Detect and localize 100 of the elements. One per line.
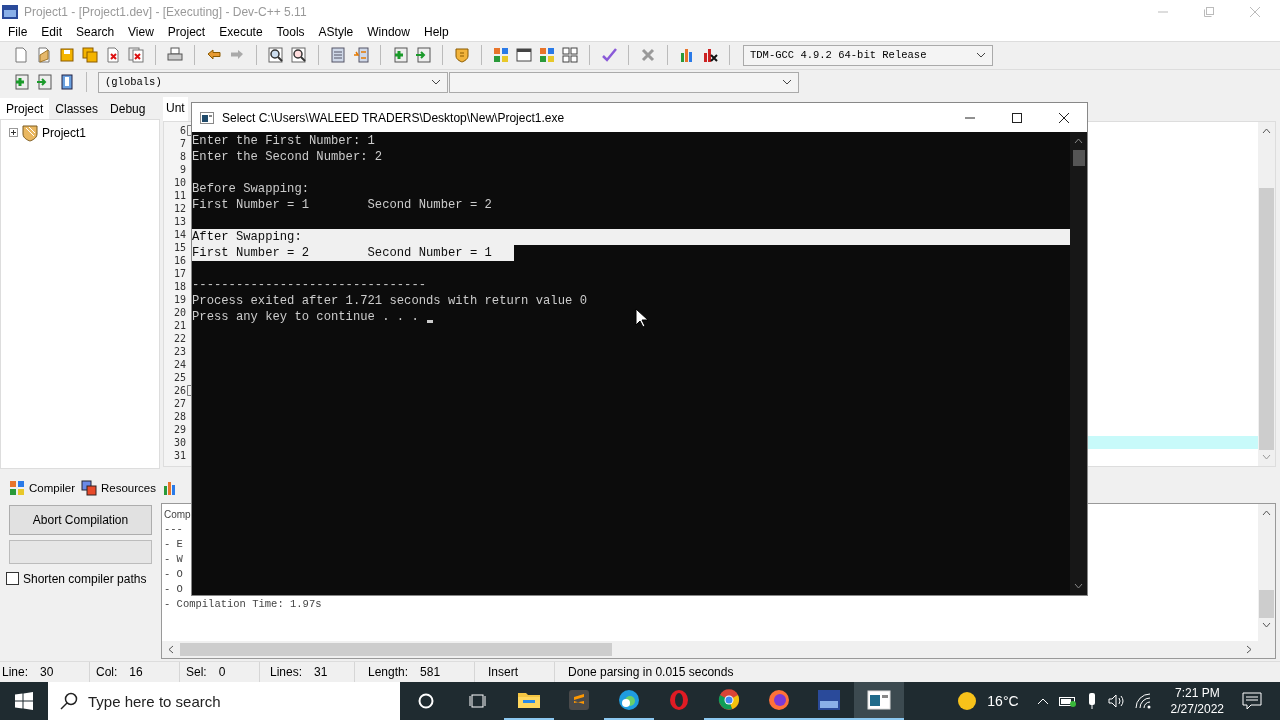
tiles-icon[interactable] (539, 47, 555, 64)
x-icon[interactable] (640, 47, 656, 64)
line-number: 21 (173, 318, 186, 332)
ide-app-icon (817, 688, 841, 712)
line-number: 10 (173, 175, 186, 189)
search-field[interactable]: Type here to search (48, 682, 400, 720)
bar-chart-icon[interactable] (679, 47, 695, 64)
line-number: 13 (173, 214, 186, 228)
usb-drive-icon[interactable] (1086, 692, 1097, 710)
scrollbar[interactable] (1258, 503, 1275, 658)
scope-dropdown[interactable]: (globals) (98, 71, 448, 93)
line-number: 7 (179, 136, 186, 150)
check-icon[interactable] (601, 47, 617, 64)
line-number: 15 (173, 240, 186, 254)
scroll-up-icon[interactable] (1074, 138, 1083, 144)
menu-item[interactable]: Project (167, 24, 206, 39)
status-value: 581 (420, 664, 441, 679)
scroll-thumb[interactable] (1072, 150, 1085, 166)
unindent-icon[interactable] (353, 47, 369, 64)
checkbox[interactable] (6, 572, 19, 586)
abort-button[interactable]: Abort Compilation (9, 504, 152, 535)
close-icon[interactable] (1059, 112, 1069, 123)
scroll-thumb[interactable] (180, 642, 612, 656)
grid-icon[interactable] (562, 47, 578, 64)
log-line: - E (164, 536, 183, 552)
task-view-icon[interactable] (469, 693, 487, 709)
find-icon[interactable] (268, 47, 284, 64)
new-file-icon[interactable] (13, 47, 29, 64)
volume-icon[interactable] (1106, 693, 1125, 709)
taskbar-button[interactable] (854, 682, 904, 720)
chart-delete-icon[interactable] (702, 47, 718, 64)
remove-file-icon[interactable] (36, 74, 52, 91)
fold-marker-icon[interactable] (187, 384, 192, 396)
scroll-thumb[interactable] (1259, 187, 1274, 450)
expand-icon[interactable] (9, 128, 18, 138)
fold-marker-icon[interactable] (187, 124, 192, 136)
status-value: 31 (314, 664, 328, 679)
shield-icon[interactable] (454, 47, 470, 64)
scroll-down-icon[interactable] (1074, 583, 1083, 589)
print-icon[interactable] (167, 47, 183, 64)
panel-tab[interactable]: Project (0, 97, 50, 119)
scroll-thumb[interactable] (1259, 589, 1274, 618)
scroll-left-icon[interactable] (168, 644, 174, 654)
open-file-icon[interactable] (36, 47, 52, 64)
line-number: 12 (173, 201, 186, 215)
scrollbar[interactable] (1070, 132, 1087, 595)
save-all-icon[interactable] (82, 47, 98, 64)
scrollbar[interactable] (1258, 121, 1275, 466)
status-message: Done parsing in 0.015 seconds (568, 664, 734, 679)
close-all-icon[interactable] (128, 47, 144, 64)
menu-item[interactable]: View (128, 24, 154, 39)
notification-icon[interactable] (1242, 692, 1262, 710)
menu-item[interactable]: Search (76, 24, 115, 39)
battery-icon[interactable] (1058, 695, 1077, 707)
bookmark-icon[interactable] (59, 74, 75, 91)
console-text: After Swapping: (192, 229, 302, 245)
panel-tab[interactable]: Compiler (6, 476, 78, 499)
log-line: - W (164, 551, 183, 567)
windows-start-icon[interactable] (15, 692, 33, 710)
console-app-icon (867, 688, 891, 712)
circle-icon[interactable] (418, 693, 434, 709)
line-number: 8 (179, 149, 186, 163)
window-title: Project1 - [Project1.dev] - [Executing] - Dev-C++ 5.11 (24, 4, 307, 19)
scroll-down-icon[interactable] (1262, 621, 1271, 628)
project-icon (21, 123, 39, 142)
wifi-icon[interactable] (1134, 693, 1153, 709)
clock-time[interactable]: 7:21 PM (1174, 685, 1220, 701)
menu-item[interactable]: Edit (41, 24, 63, 39)
tiles-icon[interactable] (493, 47, 509, 64)
add-file-icon[interactable] (13, 74, 29, 91)
line-number: 6 (179, 123, 186, 137)
scroll-up-icon[interactable] (1262, 127, 1271, 134)
chevron-up-icon[interactable] (1036, 697, 1049, 705)
scroll-up-icon[interactable] (1262, 509, 1271, 516)
menu-item[interactable]: File (8, 24, 28, 39)
tree-item[interactable]: Project1 (42, 125, 87, 140)
editor-tab[interactable]: Unt (163, 96, 188, 121)
close-file-icon[interactable] (105, 47, 121, 64)
menu-item[interactable]: AStyle (318, 24, 354, 39)
menu-item[interactable]: Execute (219, 24, 263, 39)
add-file-icon[interactable] (392, 47, 408, 64)
maximize-icon[interactable] (1012, 112, 1022, 123)
checkbox-label: Shorten compiler paths (23, 571, 147, 586)
remove-file-icon[interactable] (415, 47, 431, 64)
tiles-icon (9, 479, 25, 496)
compiler-dropdown[interactable]: TDM-GCC 4.9.2 64-bit Release (743, 44, 993, 66)
clock-date[interactable]: 2/27/2022 (1170, 701, 1224, 717)
console-text: -------------------------------- (192, 277, 427, 293)
scrollbar[interactable] (162, 640, 1258, 658)
bar-chart-icon[interactable] (162, 479, 176, 496)
menu-item[interactable]: Help (423, 24, 449, 39)
scroll-right-icon[interactable] (1246, 644, 1252, 654)
window-icon[interactable] (516, 47, 532, 64)
indent-icon[interactable] (330, 47, 346, 64)
menu-item[interactable]: Tools (276, 24, 305, 39)
save-icon[interactable] (59, 47, 75, 64)
panel-tab[interactable]: Resources (78, 476, 159, 499)
replace-icon[interactable] (291, 47, 307, 64)
line-number: 26 (173, 383, 186, 397)
menu-item[interactable]: Window (367, 24, 410, 39)
